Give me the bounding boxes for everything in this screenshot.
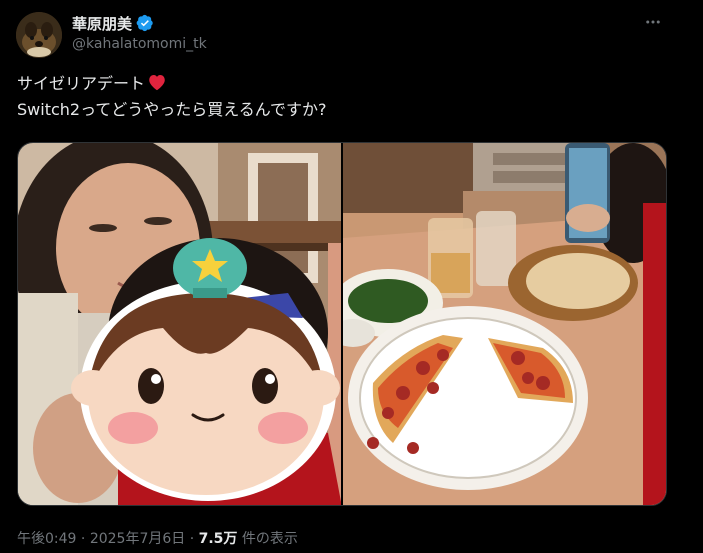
more-icon bbox=[646, 20, 660, 24]
tweet-metadata: 午後0:49 · 2025年7月6日 · 7.5万 件の表示 bbox=[17, 528, 298, 548]
display-name[interactable]: 華原朋美 bbox=[72, 13, 132, 34]
selfie-photo[interactable] bbox=[18, 143, 341, 505]
tweet-line-2: Switch2ってどうやったら買えるんですか? bbox=[17, 100, 327, 119]
tweet-text: サイゼリアデート Switch2ってどうやったら買えるんですか? bbox=[17, 72, 677, 122]
author-name-row: 華原朋美 bbox=[72, 12, 154, 34]
meta-separator: · bbox=[76, 531, 90, 547]
views-count: 7.5万 bbox=[198, 531, 238, 547]
tweet-line-1-text: サイゼリアデート bbox=[17, 74, 146, 93]
author-handle[interactable]: @kahalatomomi_tk bbox=[72, 36, 207, 52]
avatar-image bbox=[16, 12, 62, 58]
views-label: 件の表示 bbox=[237, 531, 298, 547]
avatar[interactable] bbox=[16, 12, 62, 58]
meta-separator: · bbox=[185, 531, 199, 547]
more-button[interactable] bbox=[641, 10, 665, 34]
food-photo[interactable] bbox=[343, 143, 666, 505]
tweet-card: 華原朋美 @kahalatomomi_tk サイゼリアデート Switch2って… bbox=[0, 0, 703, 553]
red-heart-emoji-icon bbox=[147, 73, 167, 98]
media-grid bbox=[17, 142, 667, 506]
tweet-time[interactable]: 午後0:49 bbox=[17, 531, 76, 547]
tweet-date[interactable]: 2025年7月6日 bbox=[90, 531, 185, 547]
verified-badge-icon bbox=[136, 14, 154, 32]
tweet-line-1: サイゼリアデート bbox=[17, 72, 677, 98]
